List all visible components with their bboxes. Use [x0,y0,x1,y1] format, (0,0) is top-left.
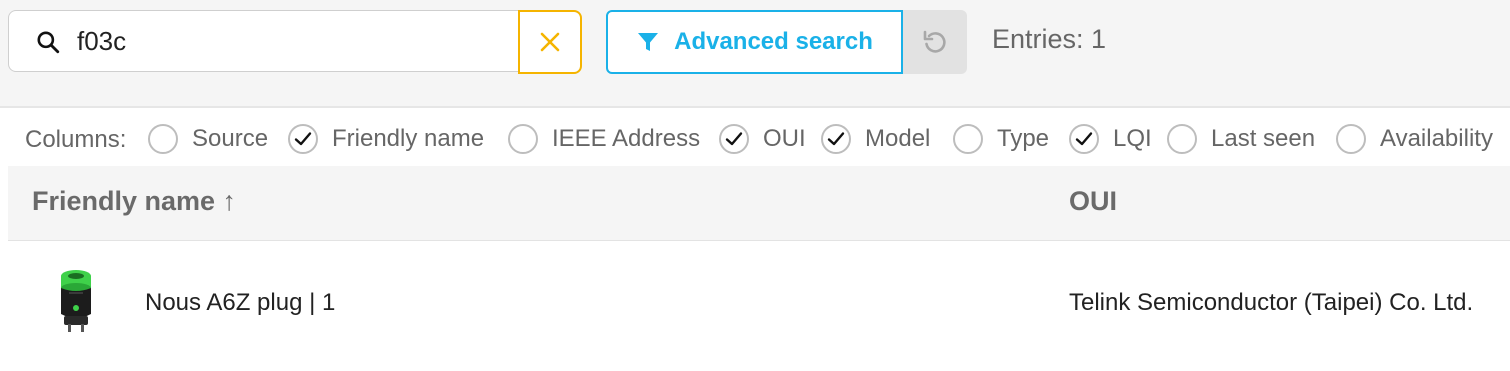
column-header-oui[interactable]: OUI [1069,186,1117,217]
column-toggle-ieee-address[interactable]: IEEE Address [508,122,700,156]
column-toggle-label: Type [997,125,1050,152]
column-toggle-label: Model [865,125,931,152]
check-icon [294,132,312,146]
device-oui: Telink Semiconductor (Taipei) Co. Ltd. [1069,289,1474,316]
check-icon [725,132,743,146]
column-toggle-availability[interactable]: Availability [1336,122,1493,156]
checkbox[interactable] [1167,124,1197,154]
filter-icon [638,33,659,51]
column-toggle-label: IEEE Address [552,125,701,152]
checkbox[interactable] [953,124,983,154]
search-box [8,10,580,72]
table-row: Nous A6Z plug | 1 Telink Semiconductor (… [8,242,1510,362]
column-toggle-last-seen[interactable]: Last seen [1167,122,1315,156]
device-friendly-name-link[interactable]: Nous A6Z plug | 1 [145,289,335,317]
checkbox[interactable] [508,124,538,154]
column-toggle-oui[interactable]: OUI [719,122,806,156]
advanced-search-button[interactable]: Advanced search [606,10,903,74]
column-header-friendly-name[interactable]: Friendly name ↑ [32,186,236,217]
smart-plug-image[interactable] [48,266,104,336]
column-toggle-type[interactable]: Type [953,122,1049,156]
column-toggle-label: Source [192,125,269,152]
checkbox[interactable] [821,124,851,154]
entries-count: Entries: 1 [992,24,1107,54]
columns-label: Columns: [25,126,127,153]
column-toggle-label: Availability [1380,125,1493,152]
search-input[interactable] [77,21,507,61]
checkbox[interactable] [1336,124,1366,154]
clear-search-button[interactable] [518,10,582,74]
checkbox[interactable] [288,124,318,154]
advanced-search-label: Advanced search [674,28,873,55]
column-toggle-label: LQI [1113,125,1152,152]
column-toggle-friendly-name[interactable]: Friendly name [288,122,484,156]
undo-icon [923,30,946,53]
checkbox[interactable] [1069,124,1099,154]
search-icon [37,31,60,54]
toolbar: Advanced search Entries: 1 [0,0,1510,108]
table-header: Friendly name ↑ OUI [8,166,1510,241]
columns-bar: Columns: Source Friendly name IEEE Addre… [0,108,1510,166]
column-toggle-label: Friendly name [332,125,485,152]
column-toggle-label: OUI [763,125,806,152]
check-icon [827,132,845,146]
column-toggle-source[interactable]: Source [148,122,268,156]
column-toggle-label: Last seen [1211,125,1316,152]
reset-button[interactable] [903,10,967,74]
checkbox[interactable] [148,124,178,154]
column-toggle-model[interactable]: Model [821,122,930,156]
column-toggle-lqi[interactable]: LQI [1069,122,1152,156]
check-icon [1075,132,1093,146]
close-icon [540,32,560,52]
checkbox[interactable] [719,124,749,154]
